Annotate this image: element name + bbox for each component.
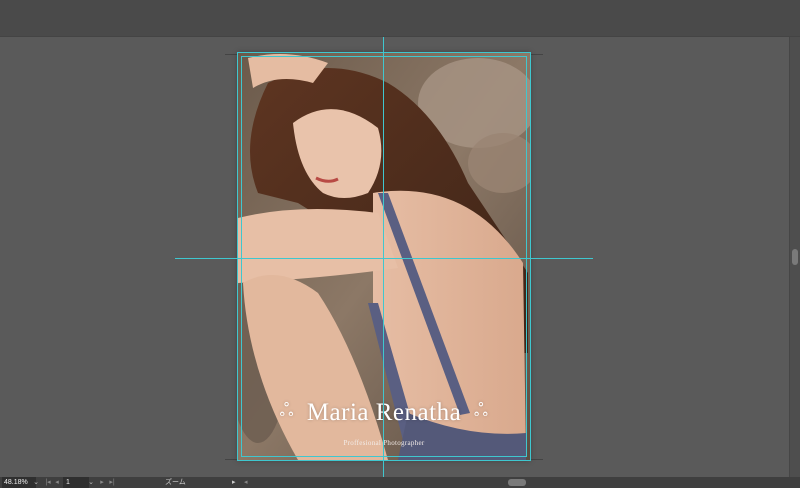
dropdown-chevron-icon[interactable]: ⌄ xyxy=(32,477,40,488)
status-menu-arrow-icon[interactable]: ▸ xyxy=(232,477,238,488)
vertical-ruler-guide[interactable] xyxy=(383,37,384,477)
control-panel-bar xyxy=(0,0,800,37)
right-ornament: ஃ xyxy=(473,400,489,420)
status-label: ズーム xyxy=(165,479,186,486)
page-title[interactable]: ஃ Maria Renatha ஃ xyxy=(238,399,530,427)
page-subtitle[interactable]: Proffesional Photographer xyxy=(238,439,530,447)
horizontal-ruler-guide[interactable] xyxy=(175,258,593,259)
dropdown-chevron-icon[interactable]: ⌄ xyxy=(87,477,95,488)
vertical-scroll-thumb[interactable] xyxy=(792,249,798,265)
crop-mark xyxy=(225,459,237,460)
horizontal-scroll-thumb[interactable] xyxy=(508,479,526,486)
vertical-scrollbar[interactable] xyxy=(789,37,800,477)
left-ornament: ஃ xyxy=(279,400,295,420)
zoom-level-field[interactable]: 48.18% xyxy=(2,477,36,488)
previous-page-icon[interactable]: ◂ xyxy=(53,477,61,488)
scroll-left-arrow-icon[interactable]: ◂ xyxy=(244,477,248,488)
crop-mark xyxy=(531,459,543,460)
horizontal-scrollbar[interactable]: ◂ xyxy=(244,477,800,488)
crop-mark xyxy=(225,54,237,55)
crop-mark xyxy=(531,54,543,55)
document-page[interactable]: ஃ Maria Renatha ஃ Proffesional Photograp… xyxy=(238,53,530,460)
first-page-icon[interactable]: |◂ xyxy=(44,477,52,488)
last-page-icon[interactable]: ▸| xyxy=(108,477,116,488)
status-bar: 48.18% ⌄ |◂ ◂ 1 ⌄ ▸ ▸| ズーム ▸ ◂ xyxy=(0,477,800,488)
next-page-icon[interactable]: ▸ xyxy=(98,477,106,488)
page-number-field[interactable]: 1 xyxy=(63,477,89,488)
pasteboard-canvas[interactable]: ஃ Maria Renatha ஃ Proffesional Photograp… xyxy=(0,37,790,477)
